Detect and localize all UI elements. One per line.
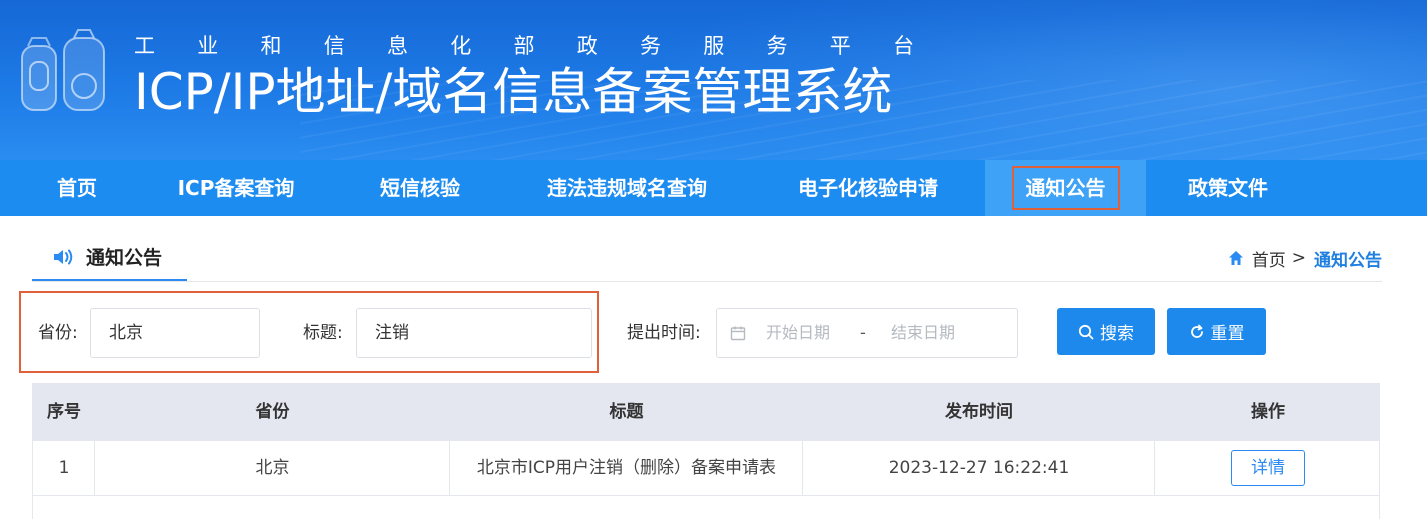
- refresh-icon: [1190, 324, 1203, 338]
- subtitle-char: 台: [893, 34, 914, 58]
- search-icon: [1078, 324, 1094, 339]
- column-header-index: 序号: [47, 402, 81, 422]
- subtitle-char: 务: [766, 34, 788, 58]
- table-divider: [33, 440, 1379, 441]
- column-divider: [802, 384, 803, 496]
- row-title: 北京市ICP用户注销（删除）备案申请表: [476, 458, 777, 478]
- row-published-time: 2023-12-27 16:22:41: [888, 458, 1070, 478]
- submit-time-label: 提出时间:: [627, 323, 701, 343]
- search-button-label: 搜索: [1100, 324, 1134, 344]
- column-header-action: 操作: [1251, 402, 1285, 422]
- row-province: 北京: [255, 458, 290, 478]
- section-divider: [32, 281, 1382, 282]
- table-divider: [33, 495, 1379, 496]
- main-nav: 首页 ICP备案查询 短信核验 违法违规域名查询 电子化核验申请 通知公告 政策…: [0, 160, 1427, 216]
- breadcrumb-separator: >: [1291, 248, 1306, 268]
- breadcrumb-current: 通知公告: [1314, 250, 1382, 271]
- subtitle-char: 平: [829, 34, 851, 58]
- speaker-icon: [54, 249, 73, 264]
- reset-button[interactable]: 重置: [1167, 308, 1266, 355]
- nav-item-e-verify-apply[interactable]: 电子化核验申请: [775, 160, 961, 216]
- province-input[interactable]: 北京: [90, 308, 260, 358]
- subtitle-char: 息: [387, 34, 408, 58]
- search-button[interactable]: 搜索: [1057, 308, 1155, 355]
- calendar-icon: [730, 326, 746, 341]
- subtitle-char: 政: [576, 34, 598, 58]
- nav-item-icp-query[interactable]: ICP备案查询: [158, 160, 314, 216]
- end-date-input[interactable]: 结束日期: [891, 309, 955, 357]
- section-title: 通知公告: [86, 247, 163, 269]
- row-index: 1: [58, 458, 70, 478]
- column-divider: [94, 384, 95, 496]
- date-range-separator: -: [860, 323, 866, 342]
- notices-table: 序号 省份 标题 发布时间 操作 1 北京 北京市ICP用户注销（删除）备案申请…: [32, 383, 1380, 519]
- nav-item-notices[interactable]: 通知公告: [985, 160, 1146, 216]
- nav-item-policy-docs[interactable]: 政策文件: [1168, 160, 1288, 216]
- table-row: 1 北京 北京市ICP用户注销（删除）备案申请表 2023-12-27 16:2…: [33, 440, 1379, 496]
- banner-subtitle: 工 业 和 信 息 化 部 政 务 服 务 平 台: [134, 30, 914, 60]
- subtitle-char: 部: [513, 34, 535, 58]
- subtitle-char: 和: [260, 34, 282, 58]
- column-divider: [449, 384, 450, 496]
- nav-item-notices-label: 通知公告: [1011, 166, 1120, 210]
- breadcrumb: 首页 > 通知公告: [1228, 244, 1382, 272]
- detail-button[interactable]: 详情: [1231, 450, 1305, 486]
- subtitle-char: 工: [134, 34, 155, 58]
- title-input[interactable]: 注销: [356, 308, 592, 358]
- reset-button-label: 重置: [1210, 324, 1245, 344]
- title-label: 标题:: [303, 323, 343, 343]
- nav-item-illegal-domain-query[interactable]: 违法违规域名查询: [524, 160, 730, 216]
- column-header-published: 发布时间: [945, 402, 1013, 422]
- column-header-title: 标题: [609, 402, 644, 422]
- nav-item-home[interactable]: 首页: [32, 160, 122, 216]
- table-header: 序号 省份 标题 发布时间 操作: [33, 384, 1379, 440]
- column-divider: [1154, 384, 1155, 496]
- row-action-cell: 详情: [1155, 440, 1381, 496]
- breadcrumb-home[interactable]: 首页: [1252, 246, 1286, 271]
- system-title: ICP/IP地址/域名信息备案管理系统: [134, 63, 893, 121]
- header-banner: 工 业 和 信 息 化 部 政 务 服 务 平 台 ICP/IP地址/域名信息备…: [0, 0, 1427, 160]
- ministry-emblem-icon: [21, 29, 105, 111]
- start-date-input[interactable]: 开始日期: [766, 309, 830, 357]
- subtitle-char: 务: [640, 34, 661, 58]
- subtitle-char: 信: [323, 34, 345, 58]
- home-icon: [1228, 251, 1243, 265]
- nav-item-sms-verify[interactable]: 短信核验: [360, 160, 480, 216]
- subtitle-char: 服: [703, 34, 725, 58]
- date-range-picker[interactable]: 开始日期 - 结束日期: [716, 308, 1018, 358]
- section-tab: 通知公告: [32, 234, 187, 282]
- subtitle-char: 化: [450, 34, 472, 58]
- column-header-province: 省份: [255, 402, 290, 422]
- province-label: 省份:: [38, 323, 78, 343]
- subtitle-char: 业: [197, 34, 219, 58]
